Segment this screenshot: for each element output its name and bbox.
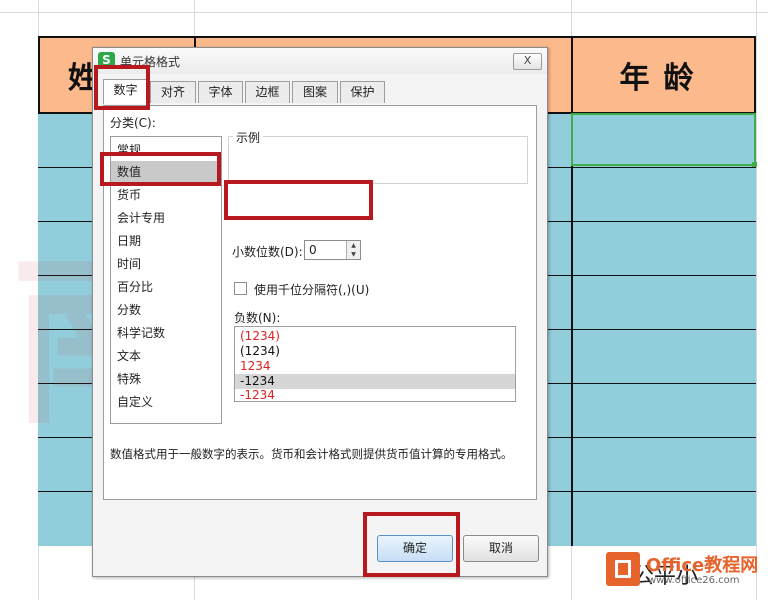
tab-protection[interactable]: 保护 (340, 81, 385, 103)
fill-handle[interactable] (752, 162, 757, 167)
logo-text: Office教程网 (646, 555, 759, 576)
negative-numbers-list[interactable]: (1234) (1234) 1234 -1234 -1234 (234, 326, 516, 402)
header-age-label: 年龄 (619, 61, 708, 96)
tab-border[interactable]: 边框 (245, 81, 290, 103)
tab-alignment[interactable]: 对齐 (150, 81, 196, 103)
grid-line (0, 12, 768, 13)
grid-line (756, 0, 757, 600)
list-item[interactable]: -1234 (235, 374, 515, 389)
list-item[interactable]: 自定义 (111, 391, 221, 413)
list-item[interactable]: -1234 (235, 389, 515, 401)
list-item[interactable]: 特殊 (111, 368, 221, 390)
list-item[interactable]: 文本 (111, 345, 221, 367)
negative-numbers-label: 负数(N): (234, 311, 281, 325)
sample-box: 示例 (228, 129, 528, 184)
format-description: 数值格式用于一般数字的表示。货币和会计格式则提供货币值计算的专用格式。 (110, 447, 513, 461)
list-item[interactable]: 会计专用 (111, 207, 221, 229)
office-logo-icon (606, 552, 640, 586)
selected-cell[interactable] (571, 113, 756, 166)
highlight-box (224, 180, 373, 220)
sample-label: 示例 (233, 129, 264, 146)
decimal-places-value: 0 (309, 243, 317, 257)
list-item[interactable]: (1234) (235, 329, 515, 344)
thousands-separator-checkbox[interactable] (234, 282, 247, 295)
format-cells-dialog: S 单元格格式 X 数字 对齐 字体 边框 图案 保护 分类(C): 常规 数值… (92, 47, 548, 577)
list-item[interactable]: 1234 (235, 359, 515, 374)
header-cell-age[interactable]: 年龄 (571, 36, 756, 114)
list-item[interactable]: (1234) (235, 344, 515, 359)
highlight-box (100, 152, 221, 186)
logo-url: www.office26.com (648, 575, 740, 586)
thousands-separator-label: 使用千位分隔符(,)(U) (254, 283, 370, 297)
decimal-places-stepper[interactable]: 0 ▲ ▼ (304, 240, 361, 260)
list-item[interactable]: 百分比 (111, 276, 221, 298)
highlight-box (363, 512, 460, 577)
list-item[interactable]: 时间 (111, 253, 221, 275)
list-item[interactable]: 分数 (111, 299, 221, 321)
highlight-box (94, 65, 150, 110)
tab-pattern[interactable]: 图案 (292, 81, 338, 103)
decimal-places-label: 小数位数(D): (232, 245, 303, 259)
list-item[interactable]: 货币 (111, 184, 221, 206)
spin-arrows-icon[interactable]: ▲ ▼ (346, 241, 360, 259)
list-item[interactable]: 科学记数 (111, 322, 221, 344)
list-item[interactable]: 日期 (111, 230, 221, 252)
close-button[interactable]: X (513, 53, 542, 70)
tab-font[interactable]: 字体 (198, 81, 243, 103)
category-label: 分类(C): (110, 116, 156, 130)
cancel-button[interactable]: 取消 (463, 535, 539, 562)
dialog-titlebar[interactable]: S 单元格格式 X (93, 48, 547, 74)
